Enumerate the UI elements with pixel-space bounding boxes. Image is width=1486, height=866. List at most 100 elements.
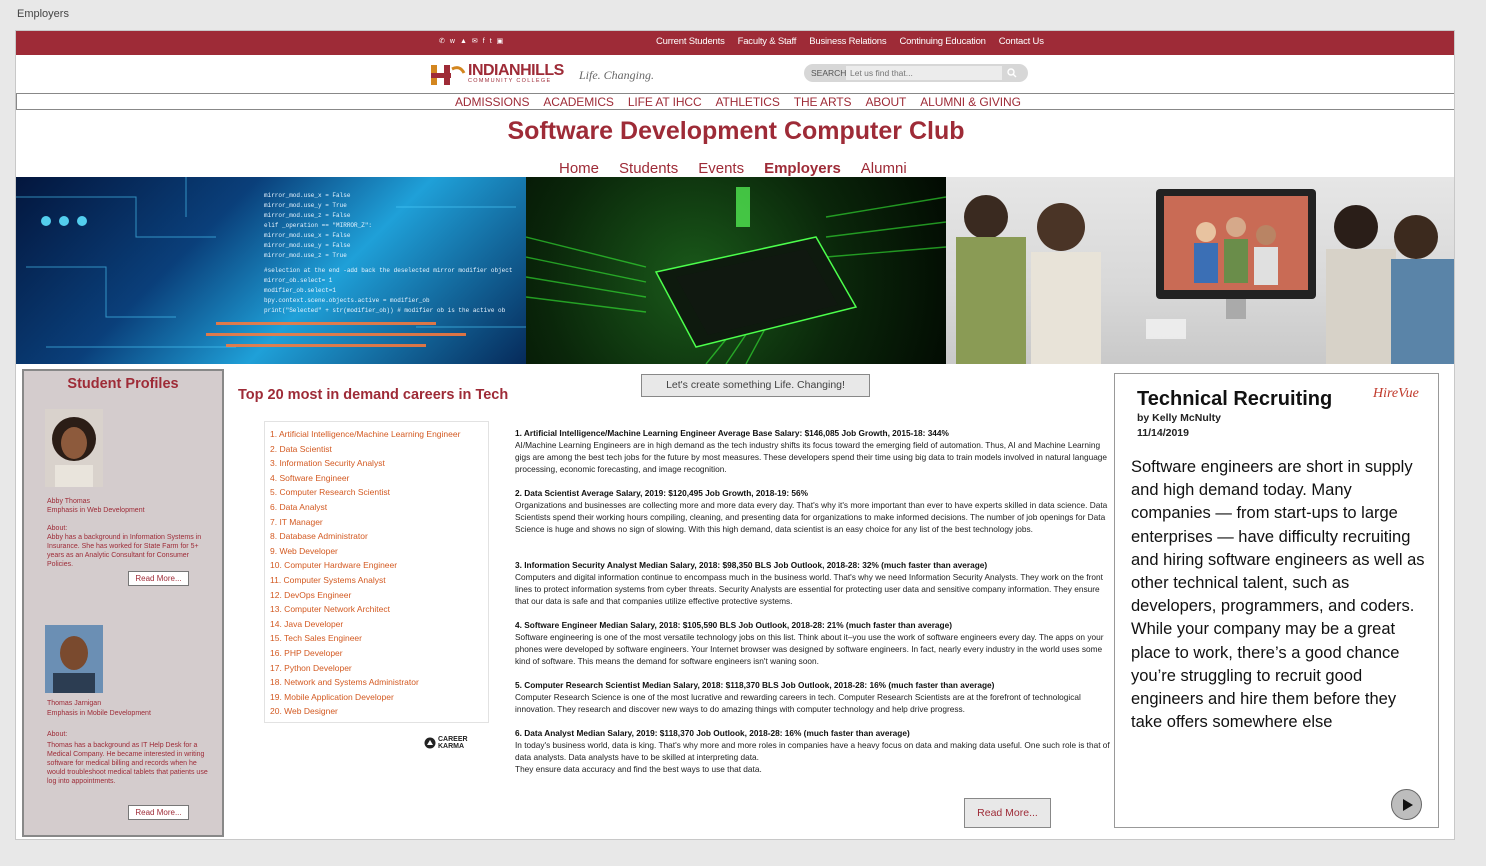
profile-about-text: Abby has a background in Information Sys…: [47, 534, 202, 568]
email-icon[interactable]: ✉: [472, 37, 478, 47]
cta-button[interactable]: Let's create something Life. Changing!: [641, 374, 870, 397]
facebook-icon[interactable]: f: [483, 37, 485, 47]
utility-links: Current Students Faculty & Staff Busines…: [656, 36, 1044, 47]
list-item[interactable]: 15. Tech Sales Engineer: [270, 631, 488, 646]
career-detail-heading: 6. Data Analyst Median Salary, 2019: $11…: [515, 728, 910, 738]
read-more-button[interactable]: Read More...: [964, 798, 1051, 828]
list-item[interactable]: 1. Artificial Intelligence/Machine Learn…: [270, 427, 488, 442]
play-button[interactable]: [1391, 789, 1422, 820]
utility-bar: ✆ w ▲ ✉ f t ▣ Current Students Faculty &…: [16, 31, 1454, 55]
profile-about-label: About:: [47, 731, 68, 738]
main-navigation: ADMISSIONS ACADEMICS LIFE AT IHCC ATHLET…: [16, 93, 1454, 110]
hero-banner: mirror_mod.use_x = False mirror_mod.use_…: [16, 177, 1454, 364]
logo-line: KARMA: [438, 743, 465, 750]
tagline: Life. Changing.: [579, 68, 655, 82]
profile-about-label: About:: [47, 525, 68, 532]
tab-students[interactable]: Students: [619, 160, 678, 177]
career-detail: 5. Computer Research Scientist Median Sa…: [515, 679, 1110, 715]
svg-text:bpy.context.scene.objects.acti: bpy.context.scene.objects.active = modif…: [264, 297, 430, 304]
search-input[interactable]: [846, 66, 1002, 80]
web-page: ✆ w ▲ ✉ f t ▣ Current Students Faculty &…: [15, 30, 1455, 840]
list-item[interactable]: 14. Java Developer: [270, 617, 488, 632]
link-faculty-staff[interactable]: Faculty & Staff: [738, 36, 797, 47]
list-item[interactable]: 19. Mobile Application Developer: [270, 690, 488, 705]
list-item[interactable]: 13. Computer Network Architect: [270, 602, 488, 617]
page-title: Software Development Computer Club: [507, 117, 965, 145]
tab-events[interactable]: Events: [698, 160, 744, 177]
link-contact-us[interactable]: Contact Us: [999, 36, 1044, 47]
instagram-icon[interactable]: ▣: [497, 37, 504, 47]
list-item[interactable]: 2. Data Scientist: [270, 442, 488, 457]
careers-heading: Top 20 most in demand careers in Tech: [238, 387, 509, 403]
list-item[interactable]: 17. Python Developer: [270, 661, 488, 676]
list-item[interactable]: 11. Computer Systems Analyst: [270, 573, 488, 588]
list-item[interactable]: 6. Data Analyst: [270, 500, 488, 515]
svg-text:#selection at the end -add bac: #selection at the end -add back the dese…: [264, 267, 512, 274]
profile-name: Abby Thomas: [47, 498, 91, 505]
profile-name: Thomas Jarnigan: [47, 700, 102, 707]
article-author: by Kelly McNulty: [1137, 412, 1222, 424]
list-item[interactable]: 4. Software Engineer: [270, 471, 488, 486]
link-business-relations[interactable]: Business Relations: [809, 36, 886, 47]
logo-line: CAREER: [438, 736, 468, 743]
nav-about[interactable]: ABOUT: [865, 95, 906, 109]
svg-text:mirror_ob.select= 1: mirror_ob.select= 1: [264, 277, 333, 284]
career-detail: 2. Data Scientist Average Salary, 2019: …: [515, 487, 1110, 535]
profile-emphasis: Emphasis in Web Development: [47, 507, 145, 514]
search-button[interactable]: [1003, 66, 1021, 80]
svg-text:mirror_mod.use_z = True: mirror_mod.use_z = True: [264, 252, 347, 259]
career-detail: 4. Software Engineer Median Salary, 2018…: [515, 619, 1110, 667]
list-item[interactable]: 5. Computer Research Scientist: [270, 485, 488, 500]
tab-employers[interactable]: Employers: [764, 160, 841, 177]
career-detail-heading: 4. Software Engineer Median Salary, 2018…: [515, 620, 952, 630]
list-item[interactable]: 3. Information Security Analyst: [270, 456, 488, 471]
list-item[interactable]: 8. Database Administrator: [270, 529, 488, 544]
banner-image-circuit: [526, 177, 946, 364]
career-detail-body: Organizations and businesses are collect…: [515, 500, 1108, 534]
career-detail-body: Computers and digital information contin…: [515, 572, 1103, 606]
svg-text:mirror_mod.use_y = False: mirror_mod.use_y = False: [264, 242, 351, 249]
search-box: SEARCH: [804, 64, 1028, 82]
career-detail: 3. Information Security Analyst Median S…: [515, 559, 1110, 607]
college-logo-mark[interactable]: [430, 63, 466, 87]
svg-text:elif _operation == "MIRROR_Z":: elif _operation == "MIRROR_Z":: [264, 222, 372, 229]
tab-alumni[interactable]: Alumni: [861, 160, 907, 177]
whatsapp-icon[interactable]: w: [450, 37, 455, 47]
article-date: 11/14/2019: [1137, 427, 1189, 439]
list-item[interactable]: 12. DevOps Engineer: [270, 588, 488, 603]
tab-home[interactable]: Home: [559, 160, 599, 177]
career-detail-heading: 5. Computer Research Scientist Median Sa…: [515, 680, 995, 690]
list-item[interactable]: 20. Web Designer: [270, 704, 488, 719]
link-continuing-education[interactable]: Continuing Education: [899, 36, 986, 47]
career-karma-logo: CAREER KARMA: [424, 736, 468, 750]
nav-alumni-giving[interactable]: ALUMNI & GIVING: [920, 95, 1021, 109]
link-current-students[interactable]: Current Students: [656, 36, 725, 47]
article-body: Software engineers are short in supply a…: [1131, 458, 1425, 732]
read-more-button[interactable]: Read More...: [128, 571, 189, 586]
logo-main-text: INDIANHILLS: [468, 62, 564, 79]
list-item[interactable]: 9. Web Developer: [270, 544, 488, 559]
svg-text:mirror_mod.use_z = False: mirror_mod.use_z = False: [264, 212, 351, 219]
search-label: SEARCH: [811, 68, 847, 78]
profile-emphasis: Emphasis in Mobile Development: [47, 710, 151, 717]
list-item[interactable]: 10. Computer Hardware Engineer: [270, 558, 488, 573]
career-list: 1. Artificial Intelligence/Machine Learn…: [264, 421, 489, 723]
list-item[interactable]: 16. PHP Developer: [270, 646, 488, 661]
college-logo[interactable]: INDIANHILLS COMMUNITY COLLEGE: [468, 63, 564, 85]
phone-icon[interactable]: ✆: [439, 37, 445, 47]
header: INDIANHILLS COMMUNITY COLLEGE Life. Chan…: [16, 55, 1454, 93]
nav-athletics[interactable]: ATHLETICS: [716, 95, 780, 109]
list-item[interactable]: 7. IT Manager: [270, 515, 488, 530]
career-detail-heading: 2. Data Scientist Average Salary, 2019: …: [515, 488, 808, 498]
read-more-button[interactable]: Read More...: [128, 805, 189, 820]
career-detail-body: AI/Machine Learning Engineers are in hig…: [515, 440, 1108, 474]
snapchat-icon[interactable]: ▲: [460, 37, 467, 47]
nav-admissions[interactable]: ADMISSIONS: [455, 95, 529, 109]
twitter-icon[interactable]: t: [490, 37, 492, 47]
social-icons: ✆ w ▲ ✉ f t ▣: [439, 37, 503, 47]
nav-life-at-ihcc[interactable]: LIFE AT IHCC: [628, 95, 702, 109]
list-item[interactable]: 18. Network and Systems Administrator: [270, 675, 488, 690]
nav-the-arts[interactable]: THE ARTS: [794, 95, 852, 109]
club-navigation: Home Students Events Employers Alumni: [559, 160, 907, 177]
nav-academics[interactable]: ACADEMICS: [543, 95, 614, 109]
